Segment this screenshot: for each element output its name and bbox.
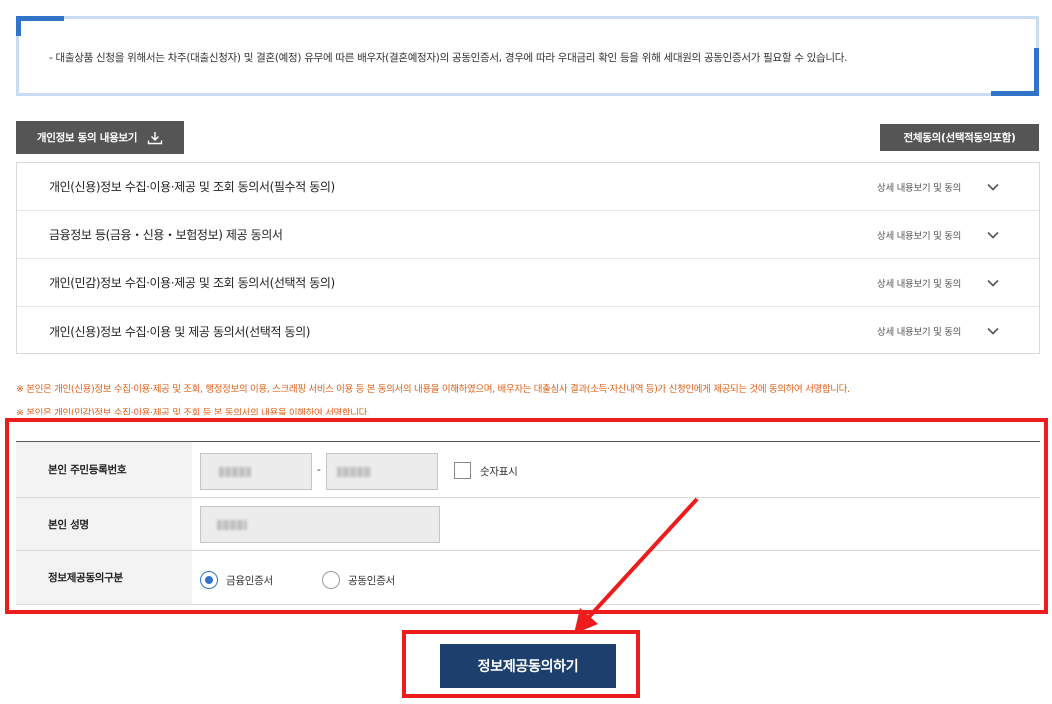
notice-text: - 대출상품 신청을 위해서는 차주(대출신청자) 및 결혼(예정) 유무에 따… (49, 52, 848, 64)
chevron-down-icon[interactable] (986, 180, 1000, 194)
notice-corner-accent (1034, 48, 1039, 96)
accordion-item-detail-link[interactable]: 상세 내용보기 및 동의 (877, 228, 961, 242)
accordion-item-detail-link[interactable]: 상세 내용보기 및 동의 (877, 324, 961, 338)
notice-box: - 대출상품 신청을 위해서는 차주(대출신청자) 및 결혼(예정) 유무에 따… (16, 16, 1039, 96)
chevron-down-icon[interactable] (986, 276, 1000, 290)
chevron-down-icon[interactable] (986, 228, 1000, 242)
view-consent-label: 개인정보 동의 내용보기 (36, 132, 138, 144)
consent-accordion: 개인(신용)정보 수집·이용·제공 및 조회 동의서(필수적 동의) 상세 내용… (16, 162, 1040, 354)
annotation-arrow (574, 497, 699, 634)
accordion-item[interactable]: 개인(신용)정보 수집·이용·제공 및 조회 동의서(필수적 동의) 상세 내용… (17, 163, 1039, 211)
chevron-down-icon[interactable] (986, 324, 1000, 338)
accordion-item[interactable]: 개인(신용)정보 수집·이용 및 제공 동의서(선택적 동의) 상세 내용보기 … (17, 307, 1039, 355)
accordion-item[interactable]: 개인(민감)정보 수집·이용·제공 및 조회 동의서(선택적 동의) 상세 내용… (17, 259, 1039, 307)
accordion-item-title: 개인(신용)정보 수집·이용·제공 및 조회 동의서(필수적 동의) (49, 180, 335, 194)
submit-consent-button[interactable]: 정보제공동의하기 (440, 644, 616, 688)
consent-warning: ※ 본인은 개인(신용)정보 수집·이용·제공 및 조회, 행정정보의 이용, … (16, 384, 850, 395)
notice-corner-accent (16, 16, 21, 36)
notice-corner-accent (16, 16, 64, 21)
notice-corner-accent (991, 91, 1039, 96)
agree-all-label: 전체동의(선택적동의포함) (903, 132, 1016, 144)
view-consent-button[interactable]: 개인정보 동의 내용보기 (16, 121, 184, 154)
accordion-item-title: 개인(민감)정보 수집·이용·제공 및 조회 동의서(선택적 동의) (49, 276, 335, 290)
accordion-item-title: 금융정보 등(금융・신용・보험정보) 제공 동의서 (49, 228, 283, 242)
consent-warning: ※ 본인은 개인(민감)정보 수집·이용·제공 및 조회 등 본 동의서의 내용… (16, 408, 370, 415)
accordion-item-detail-link[interactable]: 상세 내용보기 및 동의 (877, 180, 961, 194)
highlight-box-form (5, 418, 1048, 614)
accordion-item[interactable]: 금융정보 등(금융・신용・보험정보) 제공 동의서 상세 내용보기 및 동의 (17, 211, 1039, 259)
agree-all-button[interactable]: 전체동의(선택적동의포함) (880, 124, 1039, 151)
accordion-item-title: 개인(신용)정보 수집·이용 및 제공 동의서(선택적 동의) (49, 324, 311, 339)
accordion-item-detail-link[interactable]: 상세 내용보기 및 동의 (877, 276, 961, 290)
download-icon (147, 131, 163, 144)
